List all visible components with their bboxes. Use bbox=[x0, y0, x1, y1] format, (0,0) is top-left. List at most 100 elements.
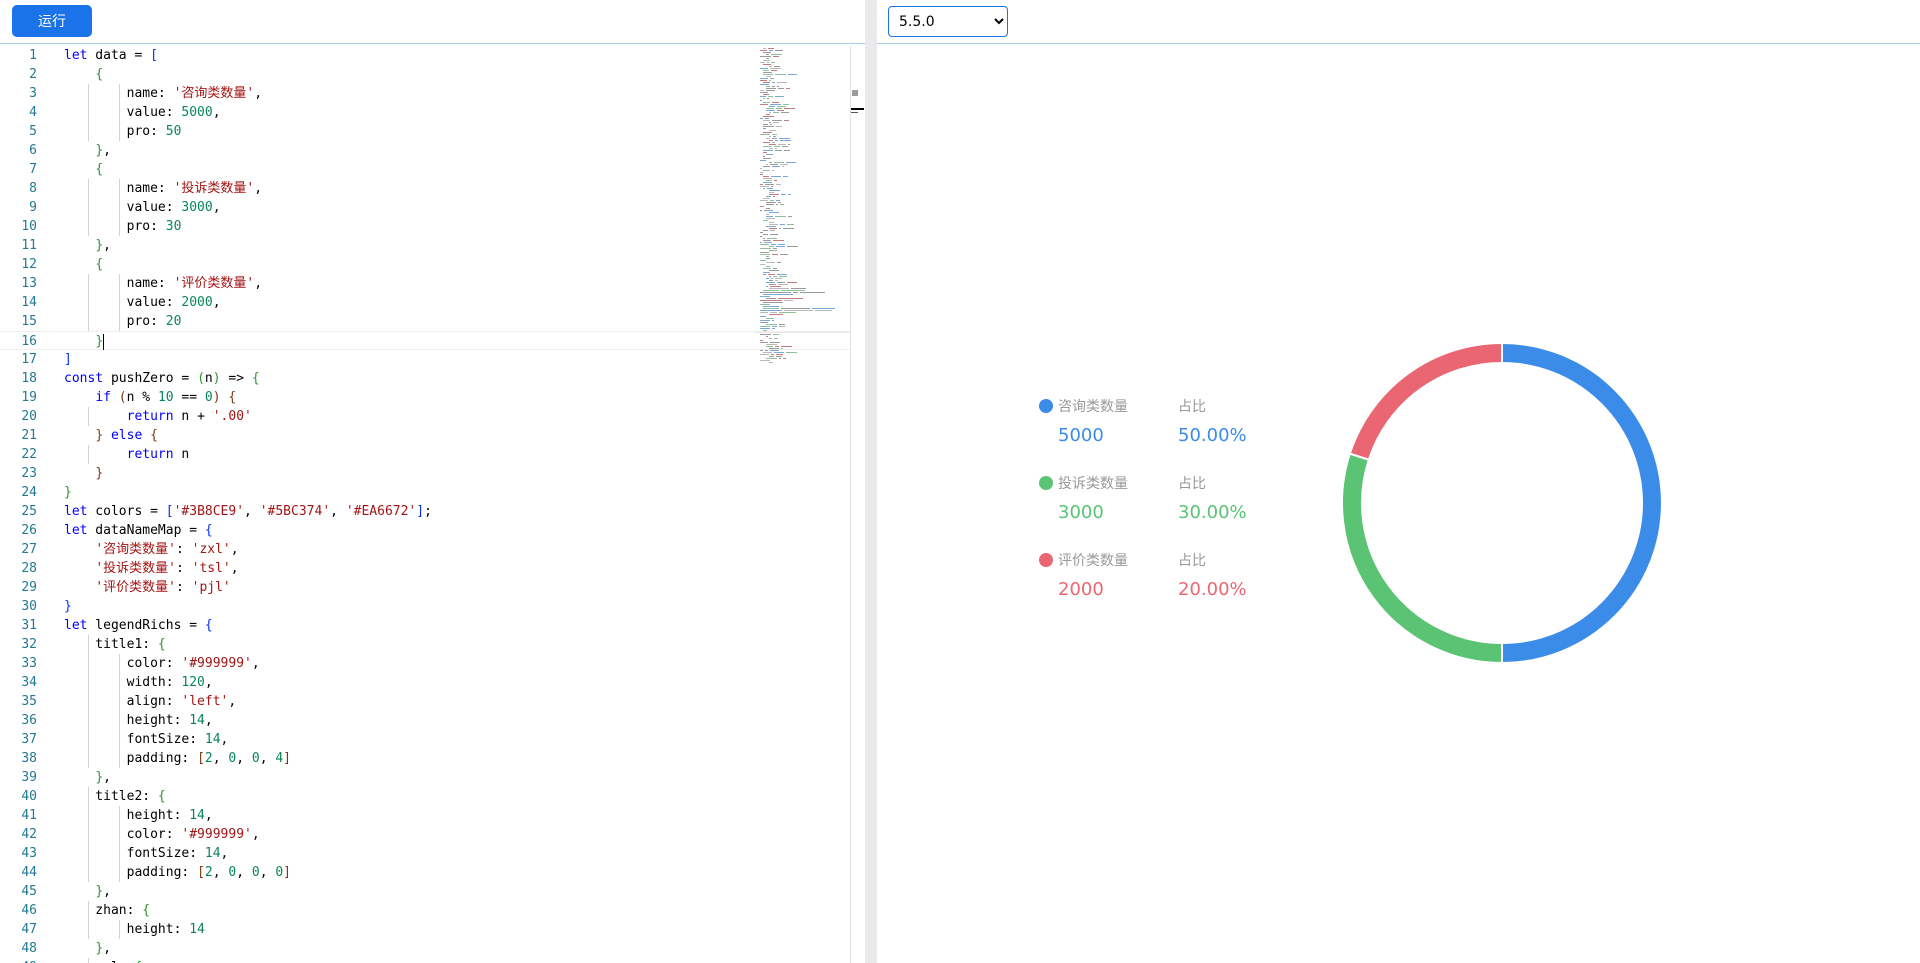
code-token: value: bbox=[64, 295, 182, 310]
code-line[interactable]: 44 padding: [2, 0, 0, 0] bbox=[0, 863, 851, 882]
code-line[interactable]: 43 fontSize: 14, bbox=[0, 844, 851, 863]
code-line[interactable]: 1 let data = [ bbox=[0, 46, 851, 65]
code-line[interactable]: 23 } bbox=[0, 464, 851, 483]
code-line[interactable]: 22 return n bbox=[0, 445, 851, 464]
code-text: }, bbox=[64, 141, 111, 160]
minimap-line bbox=[766, 110, 775, 111]
minimap-line bbox=[788, 74, 797, 75]
legend-value: 2000 bbox=[1058, 579, 1104, 600]
code-editor[interactable]: 1 let data = [2 {3 name: '咨询类数量', 4 value:… bbox=[0, 46, 851, 963]
code-line[interactable]: 5 pro: 50 bbox=[0, 122, 851, 141]
code-line[interactable]: 3 name: '咨询类数量', bbox=[0, 84, 851, 103]
code-line[interactable]: 4 value: 5000, bbox=[0, 103, 851, 122]
code-line[interactable]: 48 }, bbox=[0, 939, 851, 958]
line-number: 18 bbox=[21, 371, 37, 386]
code-line[interactable]: 37 fontSize: 14, bbox=[0, 730, 851, 749]
code-line[interactable]: 32 title1: { bbox=[0, 635, 851, 654]
minimap-line bbox=[763, 308, 779, 309]
run-button[interactable]: 运行 bbox=[12, 5, 92, 37]
code-line[interactable]: 25 let colors = ['#3B8CE9', '#5BC374', '#… bbox=[0, 502, 851, 521]
code-line[interactable]: 2 { bbox=[0, 65, 851, 84]
code-line[interactable]: 36 height: 14, bbox=[0, 711, 851, 730]
code-line[interactable]: 21 } else { bbox=[0, 426, 851, 445]
code-line[interactable]: 10 pro: 30 bbox=[0, 217, 851, 236]
minimap-line bbox=[766, 180, 772, 181]
code-line[interactable]: 31 let legendRichs = { bbox=[0, 616, 851, 635]
code-line[interactable]: 45 }, bbox=[0, 882, 851, 901]
code-line[interactable]: 39 }, bbox=[0, 768, 851, 787]
code-line[interactable]: 26 let dataNameMap = { bbox=[0, 521, 851, 540]
code-line[interactable]: 42 color: '#999999', bbox=[0, 825, 851, 844]
code-line[interactable]: 46 zhan: { bbox=[0, 901, 851, 920]
code-line[interactable]: 6 }, bbox=[0, 141, 851, 160]
minimap-line bbox=[773, 268, 777, 269]
code-line[interactable]: 13 name: '评价类数量', bbox=[0, 274, 851, 293]
editor-minimap[interactable] bbox=[760, 46, 850, 366]
minimap-line bbox=[778, 202, 781, 203]
minimap-line bbox=[766, 86, 770, 87]
code-line[interactable]: 38 padding: [2, 0, 0, 4] bbox=[0, 749, 851, 768]
minimap-line bbox=[763, 306, 779, 307]
legend-percent: 50.00% bbox=[1178, 425, 1247, 446]
code-line[interactable]: 12 { bbox=[0, 255, 851, 274]
code-line[interactable]: 24} bbox=[0, 483, 851, 502]
code-token: , bbox=[254, 276, 263, 291]
minimap-line bbox=[763, 178, 772, 179]
code-line[interactable]: 47 height: 14 bbox=[0, 920, 851, 939]
code-token: , bbox=[251, 827, 260, 842]
code-line[interactable]: 20 return n + '.00' bbox=[0, 407, 851, 426]
line-number: 46 bbox=[21, 903, 37, 918]
code-line[interactable]: 28 '投诉类数量': 'tsl', bbox=[0, 559, 851, 578]
code-line[interactable]: 34 width: 120, bbox=[0, 673, 851, 692]
code-token: { bbox=[228, 390, 237, 405]
code-text: let colors = ['#3B8CE9', '#5BC374', '#EA… bbox=[64, 502, 432, 521]
minimap-line bbox=[783, 104, 789, 105]
minimap-line bbox=[773, 276, 777, 277]
code-text: width: 120, bbox=[64, 673, 213, 692]
code-line[interactable]: 41 height: 14, bbox=[0, 806, 851, 825]
code-line[interactable]: 17] bbox=[0, 350, 851, 369]
code-line[interactable]: 11 }, bbox=[0, 236, 851, 255]
code-line[interactable]: 29 '评价类数量': 'pjl' bbox=[0, 578, 851, 597]
code-token: : bbox=[175, 580, 192, 595]
code-line[interactable]: 14 value: 2000, bbox=[0, 293, 851, 312]
minimap-line bbox=[769, 276, 771, 277]
minimap-line bbox=[769, 122, 771, 123]
line-number: 5 bbox=[29, 124, 37, 139]
minimap-line bbox=[760, 340, 763, 341]
line-number: 2 bbox=[29, 67, 37, 82]
code-line[interactable]: 30} bbox=[0, 597, 851, 616]
line-number: 19 bbox=[21, 390, 37, 405]
code-line[interactable]: 40 title2: { bbox=[0, 787, 851, 806]
pane-splitter[interactable] bbox=[865, 0, 877, 963]
editor-toolbar: 运行 bbox=[0, 0, 865, 44]
code-token: 20 bbox=[165, 314, 182, 329]
code-line[interactable]: 49 zxl: { bbox=[0, 958, 851, 963]
minimap-line bbox=[773, 196, 775, 197]
code-line[interactable]: 7 { bbox=[0, 160, 851, 179]
code-line[interactable]: 9 value: 3000, bbox=[0, 198, 851, 217]
minimap-line bbox=[771, 244, 776, 245]
code-text: }, bbox=[64, 236, 111, 255]
code-line[interactable]: 35 align: 'left', bbox=[0, 692, 851, 711]
code-line[interactable]: 8 name: '投诉类数量', bbox=[0, 179, 851, 198]
minimap-line bbox=[760, 68, 768, 69]
line-number: 30 bbox=[21, 599, 37, 614]
version-select[interactable]: 5.5.0 bbox=[888, 6, 1008, 37]
minimap-line bbox=[771, 176, 781, 177]
editor-vertical-scrollbar[interactable] bbox=[850, 46, 864, 963]
legend-value: 5000 bbox=[1058, 425, 1104, 446]
code-line[interactable]: 18 const pushZero = (n) => { bbox=[0, 369, 851, 388]
code-line[interactable]: 15 pro: 20 bbox=[0, 312, 851, 331]
code-line[interactable]: 16 } bbox=[0, 331, 851, 350]
code-token: legendRichs = bbox=[87, 618, 205, 633]
code-text: if (n % 10 == 0) { bbox=[64, 388, 236, 407]
minimap-line bbox=[780, 224, 785, 225]
code-line[interactable]: 27 '咨询类数量': 'zxl', bbox=[0, 540, 851, 559]
code-token: ) bbox=[212, 390, 221, 405]
code-token: data = bbox=[87, 48, 151, 63]
minimap-line bbox=[777, 106, 786, 107]
minimap-line bbox=[781, 112, 789, 113]
code-line[interactable]: 19 if (n % 10 == 0) { bbox=[0, 388, 851, 407]
code-line[interactable]: 33 color: '#999999', bbox=[0, 654, 851, 673]
